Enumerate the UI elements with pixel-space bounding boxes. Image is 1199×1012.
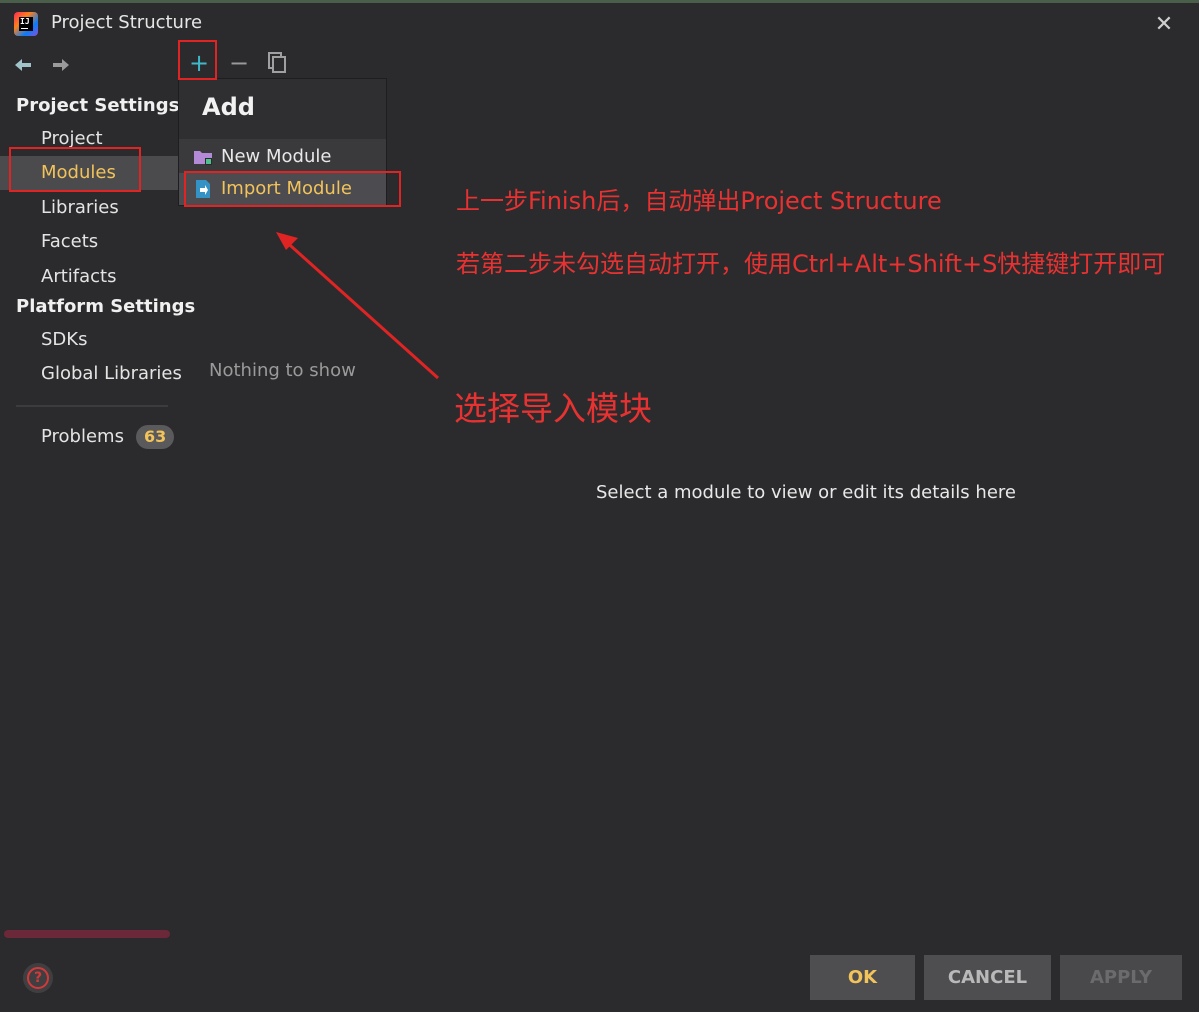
annotation-text-3: 选择导入模块 — [454, 389, 652, 428]
help-icon: ? — [27, 967, 49, 989]
help-button[interactable]: ? — [23, 963, 53, 993]
popup-header: Add — [179, 79, 386, 139]
details-placeholder: Select a module to view or edit its deta… — [596, 482, 1016, 503]
sidebar-item-global-libraries[interactable]: Global Libraries — [0, 357, 182, 391]
problems-count-badge: 63 — [135, 425, 175, 449]
title-bar: IJ Project Structure ✕ — [0, 0, 1199, 44]
sidebar-item-problems[interactable]: Problems 63 — [0, 420, 180, 454]
remove-button[interactable]: − — [224, 48, 254, 78]
sidebar-item-artifacts[interactable]: Artifacts — [0, 260, 180, 294]
copy-icon[interactable] — [262, 48, 292, 78]
menu-item-new-module[interactable]: New Module — [179, 141, 386, 173]
annotation-box-import — [184, 171, 401, 207]
problems-label: Problems — [41, 426, 124, 447]
folder-module-icon — [194, 151, 212, 165]
popup-title: Add — [202, 93, 255, 121]
annotation-text-1: 上一步Finish后，自动弹出Project Structure — [456, 187, 942, 215]
annotation-text-2: 若第二步未勾选自动打开，使用Ctrl+Alt+Shift+S快捷键打开即可 — [456, 250, 1166, 278]
ok-button[interactable]: OK — [810, 955, 915, 1000]
horizontal-scrollbar[interactable] — [4, 930, 170, 938]
back-arrow-icon[interactable] — [12, 54, 34, 76]
forward-arrow-icon[interactable] — [50, 54, 72, 76]
cancel-button[interactable]: CANCEL — [924, 955, 1051, 1000]
intellij-logo-icon: IJ — [14, 12, 38, 36]
annotation-box-add — [178, 40, 217, 80]
apply-button[interactable]: APPLY — [1060, 955, 1182, 1000]
close-button[interactable]: ✕ — [1150, 11, 1178, 39]
sidebar-item-libraries[interactable]: Libraries — [0, 191, 180, 225]
sidebar-item-sdks[interactable]: SDKs — [0, 323, 180, 357]
platform-settings-header: Platform Settings — [16, 296, 196, 317]
annotation-arrow — [276, 232, 440, 380]
sidebar-divider — [16, 405, 168, 407]
window-title: Project Structure — [51, 12, 203, 33]
menu-item-label: New Module — [221, 146, 332, 167]
sidebar-item-facets[interactable]: Facets — [0, 225, 180, 259]
project-settings-header: Project Settings — [16, 95, 180, 116]
annotation-box-modules — [9, 147, 141, 192]
